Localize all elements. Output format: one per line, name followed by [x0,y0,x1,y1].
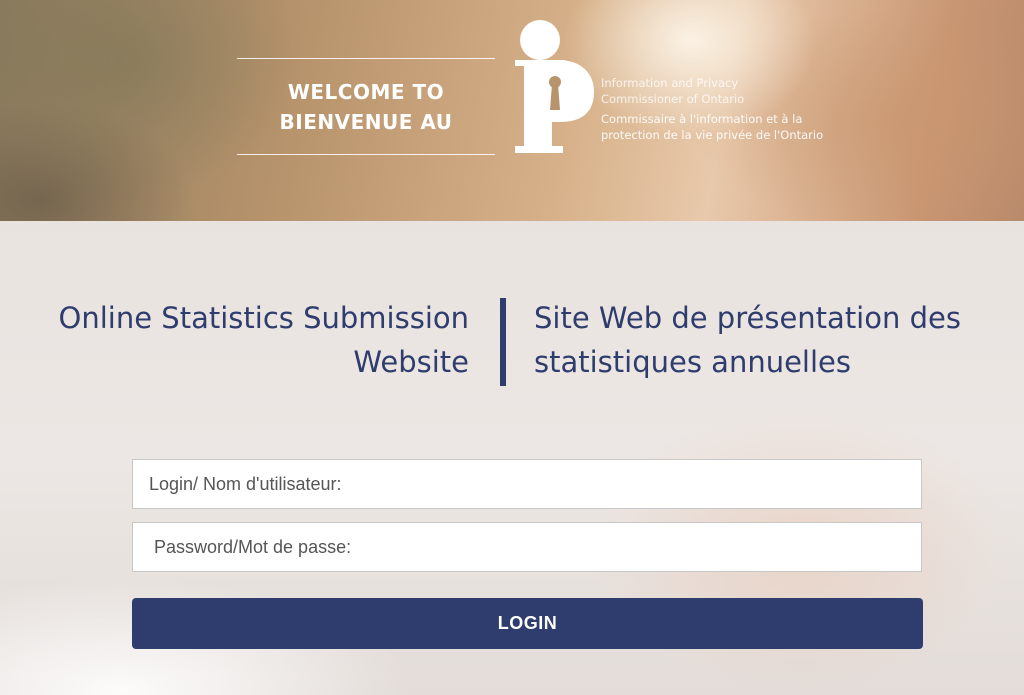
welcome-line-en: WELCOME TO [287,79,445,104]
username-input[interactable] [132,459,922,509]
welcome-box: WELCOME TO BIENVENUE AU [237,58,495,155]
login-page: WELCOME TO BIENVENUE AU Information and … [0,0,1024,695]
organization-name-en: Information and Privacy Commissioner of … [601,76,745,106]
welcome-line-fr: BIENVENUE AU [279,109,453,134]
ipc-keyhole-logo-icon [515,20,594,153]
password-input[interactable] [132,522,922,572]
header-banner: WELCOME TO BIENVENUE AU Information and … [0,0,1024,221]
site-title-en: Online Statistics Submission Website [58,301,469,379]
login-button[interactable]: LOGIN [132,598,923,649]
organization-name: Information and Privacy Commissioner of … [601,75,823,143]
site-title-fr: Site Web de présentation des statistique… [534,301,961,379]
organization-name-fr: Commissaire à l'information et à la prot… [601,112,824,142]
title-divider [500,298,506,386]
